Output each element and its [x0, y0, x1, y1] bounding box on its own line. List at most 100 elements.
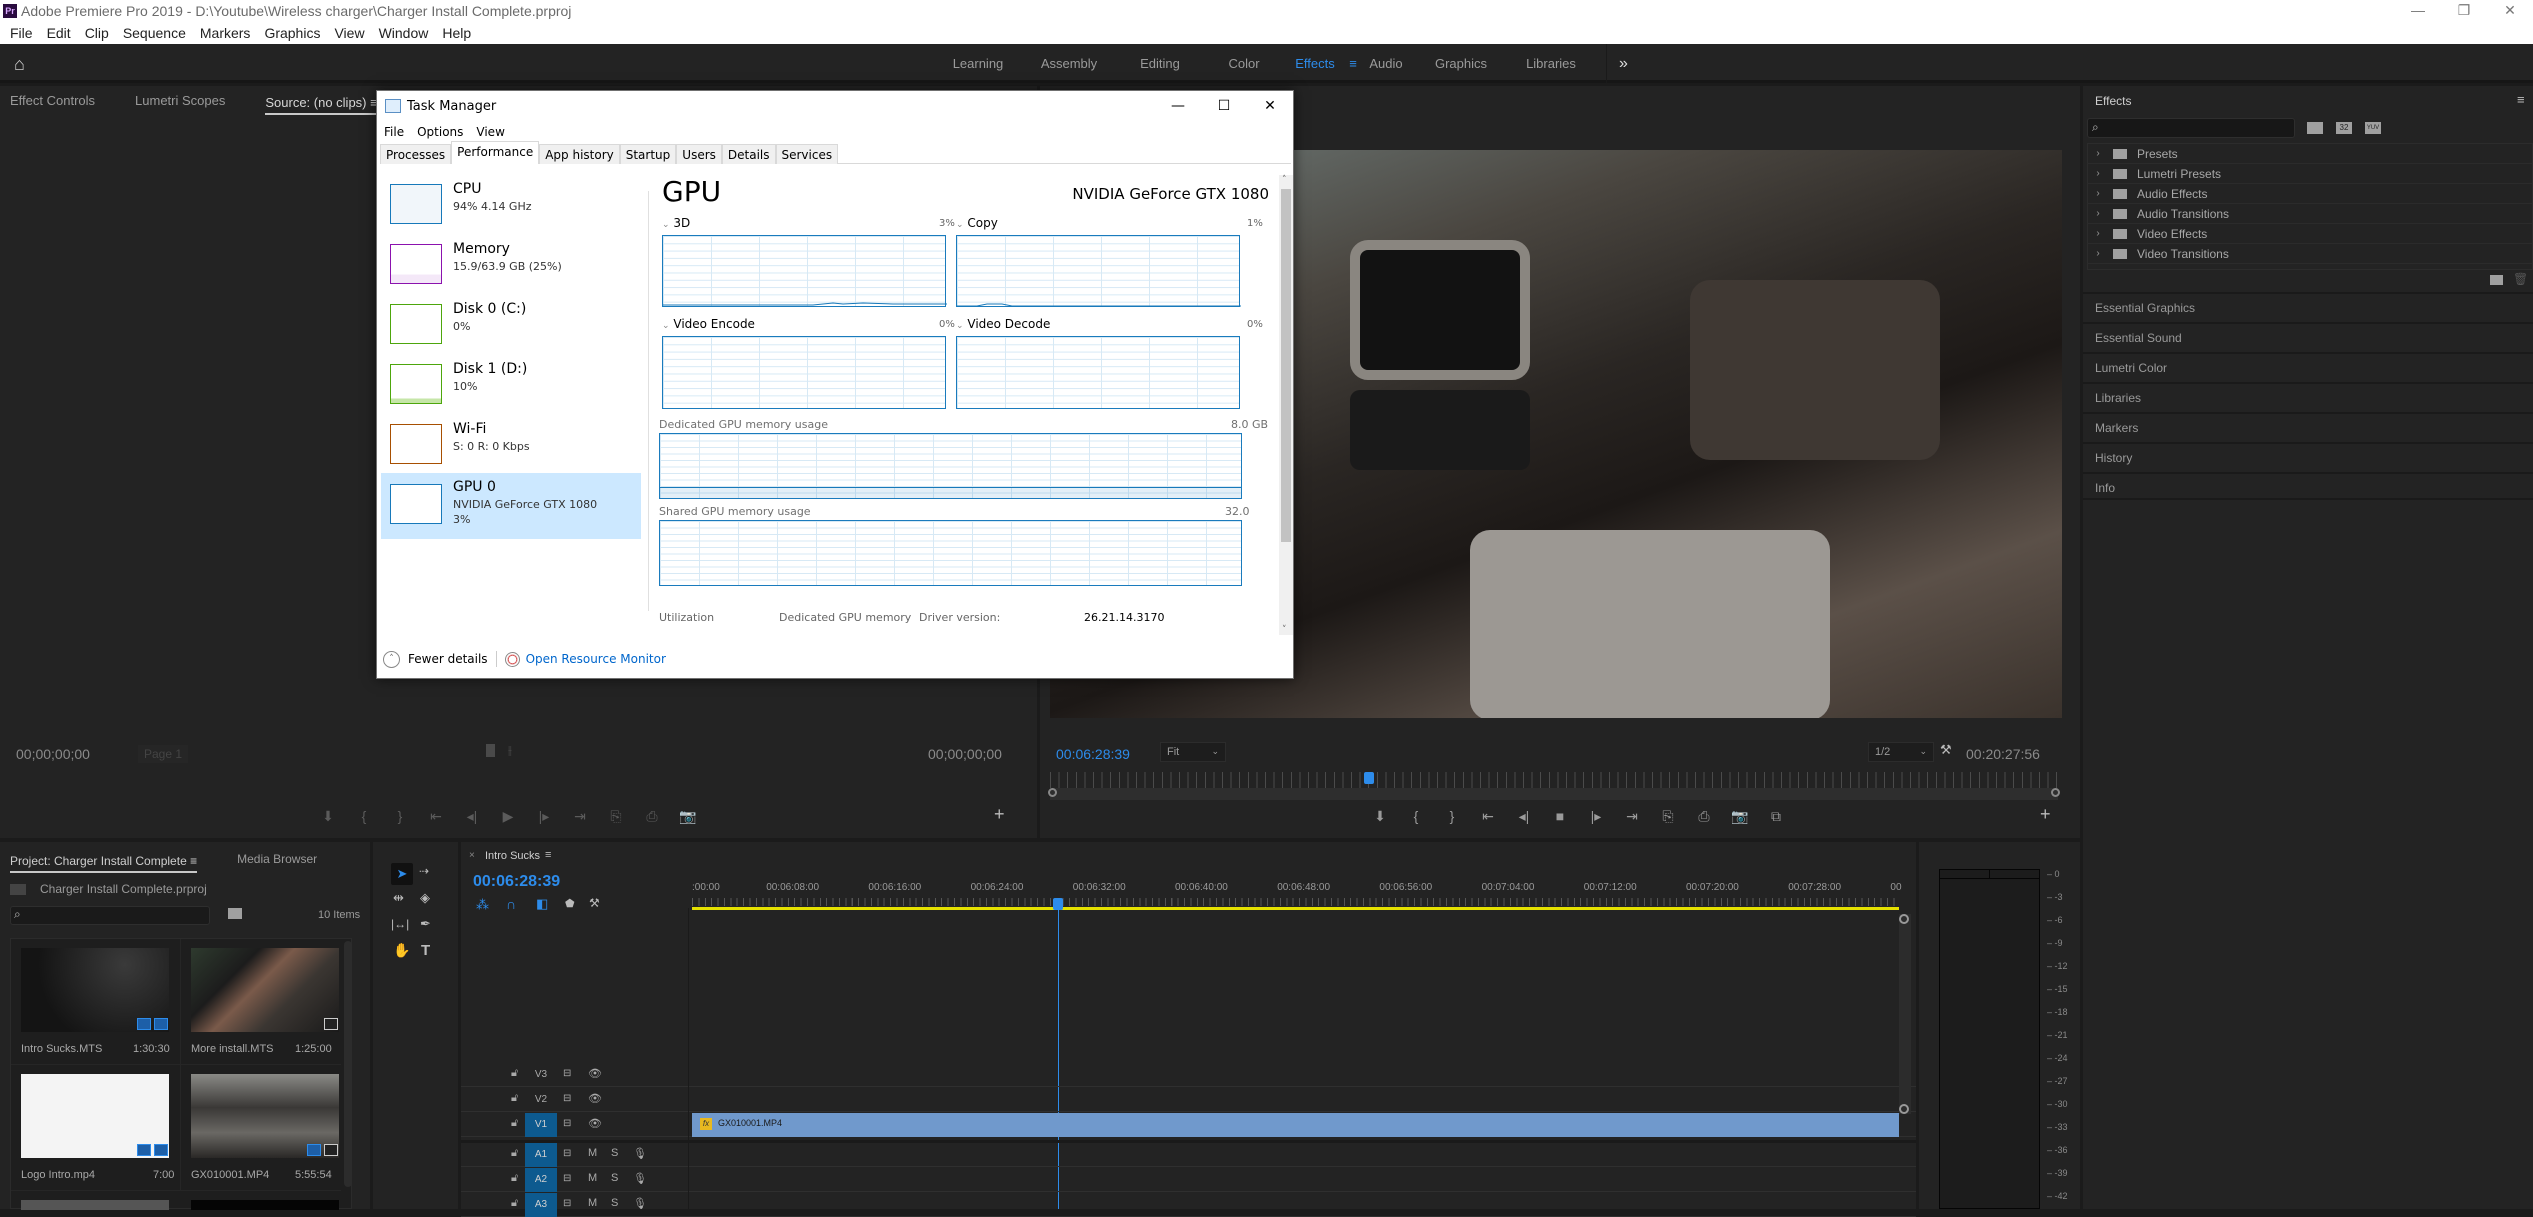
section-essential-sound[interactable]: Essential Sound	[2083, 322, 2533, 350]
parent-bin-icon[interactable]	[10, 884, 26, 895]
work-area-bar[interactable]	[692, 907, 1899, 910]
menu-help[interactable]: Help	[442, 25, 471, 41]
menu-graphics[interactable]: Graphics	[264, 25, 320, 41]
sequence-tab[interactable]: Intro Sucks	[485, 850, 540, 862]
go-to-in-button[interactable]: ⇤	[1470, 808, 1506, 825]
razor-tool-icon[interactable]: ◈	[420, 890, 430, 906]
mark-in-button[interactable]: {	[346, 808, 382, 825]
menu-file[interactable]: File	[10, 25, 33, 41]
microphone-icon[interactable]: 🎙︎	[633, 1147, 647, 1160]
sync-lock-icon[interactable]: ⊟	[563, 1173, 571, 1184]
tm-close-button[interactable]: ✕	[1247, 91, 1293, 121]
export-frame-button[interactable]: 📷	[1722, 808, 1758, 825]
program-time-ruler[interactable]	[1050, 772, 2058, 788]
drag-audio-icon[interactable]: ⫲	[508, 743, 512, 758]
tab-project[interactable]: Project: Charger Install Complete ≡	[10, 849, 198, 873]
resource-gpu-0[interactable]: GPU 0 NVIDIA GeForce GTX 1080 3%	[381, 473, 641, 539]
restore-button[interactable]: ❐	[2441, 0, 2487, 22]
project-search-input[interactable]: ⌕	[10, 906, 210, 925]
export-frame-button[interactable]: 📷	[670, 808, 706, 825]
track-label[interactable]: A3	[525, 1193, 557, 1217]
panel-menu-icon[interactable]: ≡	[190, 854, 197, 868]
type-tool-icon[interactable]: T	[421, 942, 430, 959]
close-sequence-icon[interactable]: ×	[469, 850, 475, 861]
folder-video-effects[interactable]: › Video Effects	[2087, 224, 2533, 244]
workspace-audio[interactable]: Audio	[1361, 56, 1411, 71]
step-forward-button[interactable]: |▸	[526, 808, 562, 825]
clip-card[interactable]: More install.MTS 1:25:00	[181, 939, 341, 1065]
lock-icon[interactable]: 🔓︎	[511, 1092, 518, 1105]
track-v1[interactable]: 🔓︎ V1 ⊟ 👁︎ fx GX010001.MP4	[461, 1113, 1916, 1137]
step-back-button[interactable]: ◂|	[454, 808, 490, 825]
collapse-chevron-icon[interactable]: ˄	[383, 650, 400, 668]
folder-audio-effects[interactable]: › Audio Effects	[2087, 184, 2533, 204]
insert-button[interactable]: ⎘	[598, 808, 634, 825]
track-label[interactable]: V3	[525, 1063, 557, 1087]
zoom-handle-right[interactable]	[2051, 788, 2060, 797]
go-to-out-button[interactable]: ⇥	[562, 808, 598, 825]
track-v3[interactable]: 🔓︎ V3 ⊟ 👁︎	[461, 1063, 1916, 1087]
engine-video-encode-label[interactable]: ⌄ Video Encode	[662, 317, 755, 331]
zoom-level-select[interactable]: Fit ⌄	[1160, 742, 1226, 762]
sequence-menu-icon[interactable]: ≡	[545, 849, 551, 861]
slip-tool-icon[interactable]: |↔|	[391, 917, 409, 931]
folder-audio-transitions[interactable]: › Audio Transitions	[2087, 204, 2533, 224]
drag-video-icon[interactable]	[486, 744, 495, 757]
accelerated-effects-filter-icon[interactable]	[2307, 122, 2323, 134]
program-add-button[interactable]: +	[2040, 804, 2051, 825]
clip-card[interactable]: GX010001.MP4 5:55:54	[181, 1065, 341, 1191]
resource-cpu[interactable]: CPU 94% 4.14 GHz	[381, 175, 641, 235]
tm-tab-processes[interactable]: Processes	[380, 144, 452, 164]
workspace-graphics[interactable]: Graphics	[1411, 56, 1511, 71]
go-to-out-button[interactable]: ⇥	[1614, 808, 1650, 825]
step-forward-button[interactable]: |▸	[1578, 808, 1614, 825]
mark-out-button[interactable]: }	[1434, 808, 1470, 825]
nest-icon[interactable]: ⁂	[476, 897, 489, 913]
scroll-handle-bottom[interactable]	[1899, 1104, 1909, 1114]
microphone-icon[interactable]: 🎙︎	[633, 1172, 647, 1185]
mute-button[interactable]: M	[588, 1147, 597, 1159]
trash-icon[interactable]: 🗑	[2513, 272, 2528, 286]
resolution-select[interactable]: 1/2 ⌄	[1868, 742, 1934, 762]
source-timecode-current[interactable]: 00;00;00;00	[16, 746, 90, 762]
tm-menu-options[interactable]: Options	[417, 125, 463, 139]
section-markers[interactable]: Markers	[2083, 412, 2533, 440]
menu-sequence[interactable]: Sequence	[123, 25, 186, 41]
tm-menu-view[interactable]: View	[476, 125, 504, 139]
workspace-color[interactable]: Color	[1203, 56, 1285, 71]
workspace-libraries[interactable]: Libraries	[1511, 56, 1591, 71]
lock-icon[interactable]: 🔓︎	[511, 1147, 518, 1160]
resource-memory[interactable]: Memory 15.9/63.9 GB (25%)	[381, 235, 641, 295]
step-back-button[interactable]: ◂|	[1506, 808, 1542, 825]
solo-button[interactable]: S	[611, 1197, 618, 1209]
tm-tab-performance[interactable]: Performance	[451, 141, 540, 164]
home-icon[interactable]: ⌂	[14, 54, 25, 75]
hand-tool-icon[interactable]: ✋	[393, 942, 410, 959]
tm-tab-services[interactable]: Services	[775, 144, 839, 164]
engine-video-decode-label[interactable]: ⌄ Video Decode	[956, 317, 1050, 331]
track-a2[interactable]: 🔓︎ A2 ⊟ M S 🎙︎	[461, 1168, 1916, 1192]
eye-icon[interactable]: 👁︎	[588, 1067, 602, 1080]
solo-button[interactable]: S	[611, 1172, 618, 1184]
close-button[interactable]: ✕	[2487, 0, 2533, 22]
track-v2[interactable]: 🔓︎ V2 ⊟ 👁︎	[461, 1088, 1916, 1112]
workspace-learning[interactable]: Learning	[935, 56, 1021, 71]
stop-button[interactable]: ■	[1542, 808, 1578, 825]
track-label[interactable]: A2	[525, 1168, 557, 1192]
engine-copy-label[interactable]: ⌄ Copy	[956, 216, 998, 230]
solo-button[interactable]: S	[611, 1147, 618, 1159]
section-essential-graphics[interactable]: Essential Graphics	[2083, 292, 2533, 320]
workspace-menu-icon[interactable]: ≡	[1345, 56, 1361, 71]
section-libraries[interactable]: Libraries	[2083, 382, 2533, 410]
microphone-icon[interactable]: 🎙︎	[633, 1197, 647, 1210]
workspace-effects[interactable]: Effects	[1285, 56, 1345, 71]
peak-indicator-left[interactable]	[1940, 870, 1990, 879]
tab-effect-controls[interactable]: Effect Controls	[10, 86, 95, 116]
track-a3[interactable]: 🔓︎ A3 ⊟ M S 🎙︎	[461, 1193, 1916, 1217]
menu-window[interactable]: Window	[379, 25, 429, 41]
peak-indicator-right[interactable]	[1990, 870, 2039, 879]
sync-lock-icon[interactable]: ⊟	[563, 1068, 571, 1079]
minimize-button[interactable]: —	[2395, 0, 2441, 22]
lock-icon[interactable]: 🔓︎	[511, 1172, 518, 1185]
tm-tab-app-history[interactable]: App history	[539, 144, 620, 164]
